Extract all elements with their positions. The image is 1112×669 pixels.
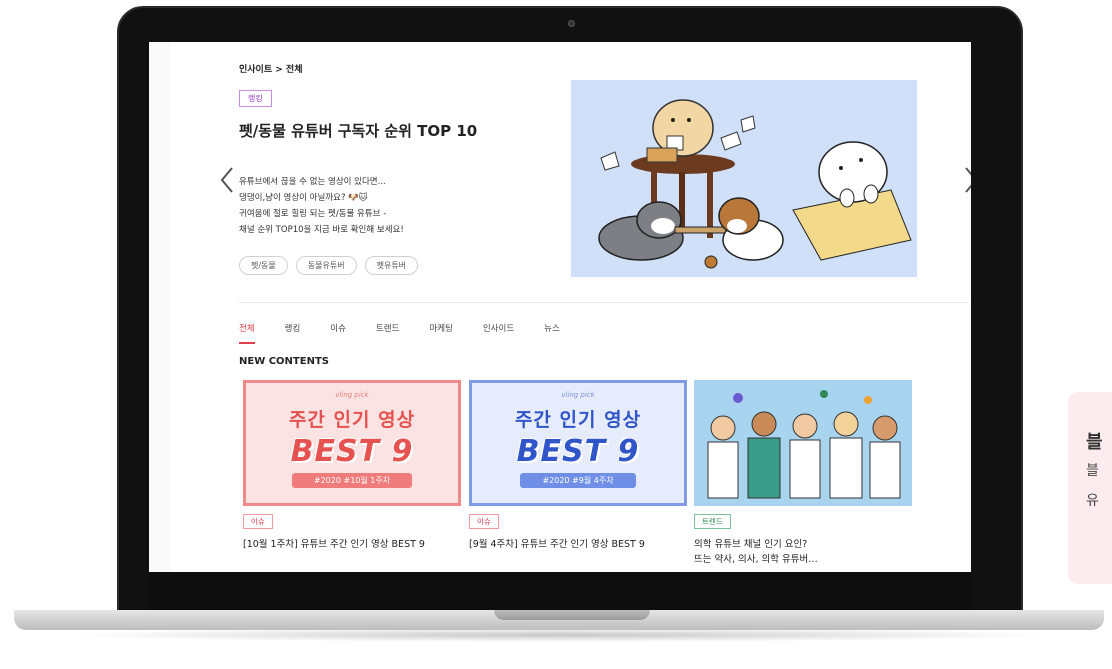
content-card[interactable]: vling pick 주간 인기 영상 BEST 9 #2020 #9월 4주차… xyxy=(469,380,687,552)
insight-page: 인사이트 > 전체 랭킹 펫/동물 유튜버 구독자 순위 TOP 10 유튜브에… xyxy=(171,42,971,572)
chevron-right-icon[interactable] xyxy=(963,166,971,199)
tab-ranking[interactable]: 랭킹 xyxy=(285,322,301,344)
hero-desc-line: 채널 순위 TOP10을 지금 바로 확인해 보세요! xyxy=(239,225,404,235)
card-headline: 주간 인기 영상 xyxy=(514,409,642,431)
tab-trend[interactable]: 트렌드 xyxy=(376,322,399,344)
hero-category-badge: 랭킹 xyxy=(239,90,272,107)
content-card[interactable]: vling pick 주간 인기 영상 BEST 9 #2020 #10월 1주… xyxy=(243,380,461,552)
laptop-screen: 인사이트 > 전체 랭킹 펫/동물 유튜버 구독자 순위 TOP 10 유튜브에… xyxy=(149,42,971,572)
tab-marketing[interactable]: 마케팅 xyxy=(429,322,452,344)
category-tabs: 전체 랭킹 이슈 트렌드 마케팅 인사이드 뉴스 xyxy=(239,322,590,344)
hero-description: 유튜브에서 끊을 수 없는 영상이 있다면... 댕댕이,냥이 영상이 아닐까요… xyxy=(239,174,469,238)
side-panel-text: 유 xyxy=(1086,493,1099,509)
card-category-badge: 이슈 xyxy=(469,514,499,529)
card-thumbnail[interactable]: vling pick 주간 인기 영상 BEST 9 #2020 #9월 4주차 xyxy=(469,380,687,506)
laptop-notch xyxy=(494,610,650,620)
tab-issue[interactable]: 이슈 xyxy=(330,322,346,344)
tag-animal-youtuber[interactable]: 동물유튜버 xyxy=(295,256,357,275)
divider xyxy=(239,302,969,303)
card-title[interactable]: 의학 유튜브 채널 인기 요인? 뜨는 약사, 의사, 의학 유튜버… xyxy=(694,537,912,567)
camera-icon xyxy=(568,20,575,27)
card-headline: 주간 인기 영상 xyxy=(288,409,416,431)
card-title[interactable]: [9월 4주차] 유튜브 주간 인기 영상 BEST 9 xyxy=(469,537,687,552)
hero-desc-line: 유튜브에서 끊을 수 없는 영상이 있다면... xyxy=(239,177,386,187)
tab-inside[interactable]: 인사이드 xyxy=(483,322,514,344)
breadcrumb[interactable]: 인사이트 > 전체 xyxy=(239,62,303,75)
card-category-badge: 이슈 xyxy=(243,514,273,529)
card-title[interactable]: [10월 1주차] 유튜브 주간 인기 영상 BEST 9 xyxy=(243,537,461,552)
card-big-text: BEST 9 xyxy=(290,434,414,469)
card-big-text: BEST 9 xyxy=(516,434,640,469)
hero-tags: 펫/동물 동물유튜버 펫유튜버 xyxy=(239,256,419,275)
hero-desc-line: 귀여움에 절로 힐링 되는 펫/동물 유튜브 - xyxy=(239,209,387,219)
laptop-shadow xyxy=(60,628,1060,642)
card-thumbnail[interactable]: vling pick 주간 인기 영상 BEST 9 #2020 #10월 1주… xyxy=(243,380,461,506)
card-title-line: 의학 유튜브 채널 인기 요인? xyxy=(694,539,808,550)
card-thumbnail[interactable] xyxy=(694,380,912,506)
card-title-line: 뜨는 약사, 의사, 의학 유튜버… xyxy=(694,554,818,565)
section-title: NEW CONTENTS xyxy=(239,356,329,367)
side-panel-heading: 블 xyxy=(1086,432,1103,453)
laptop-chin xyxy=(149,572,971,610)
side-panel-text: 블 xyxy=(1086,463,1099,479)
tab-all[interactable]: 전체 xyxy=(239,322,255,344)
tab-news[interactable]: 뉴스 xyxy=(544,322,560,344)
brand-label: vling pick xyxy=(561,391,595,399)
hero-desc-line: 댕댕이,냥이 영상이 아닐까요? 🐶🐱 xyxy=(239,193,368,203)
card-category-badge: 트렌드 xyxy=(694,514,731,529)
brand-label: vling pick xyxy=(335,391,369,399)
content-card[interactable]: 트렌드 의학 유튜브 채널 인기 요인? 뜨는 약사, 의사, 의학 유튜버… xyxy=(694,380,912,567)
laptop-mockup: 인사이트 > 전체 랭킹 펫/동물 유튜버 구독자 순위 TOP 10 유튜브에… xyxy=(0,0,1112,669)
tag-pet-youtuber[interactable]: 펫유튜버 xyxy=(364,256,419,275)
chevron-left-icon[interactable] xyxy=(219,166,235,199)
card-week-label: #2020 #10월 1주차 xyxy=(291,473,413,488)
floating-side-panel[interactable]: 블 블 유 xyxy=(1068,392,1112,584)
hero-title[interactable]: 펫/동물 유튜버 구독자 순위 TOP 10 xyxy=(239,120,477,141)
tag-pet-animal[interactable]: 펫/동물 xyxy=(239,256,288,275)
hero-illustration[interactable] xyxy=(571,80,917,277)
card-week-label: #2020 #9월 4주차 xyxy=(520,473,636,488)
